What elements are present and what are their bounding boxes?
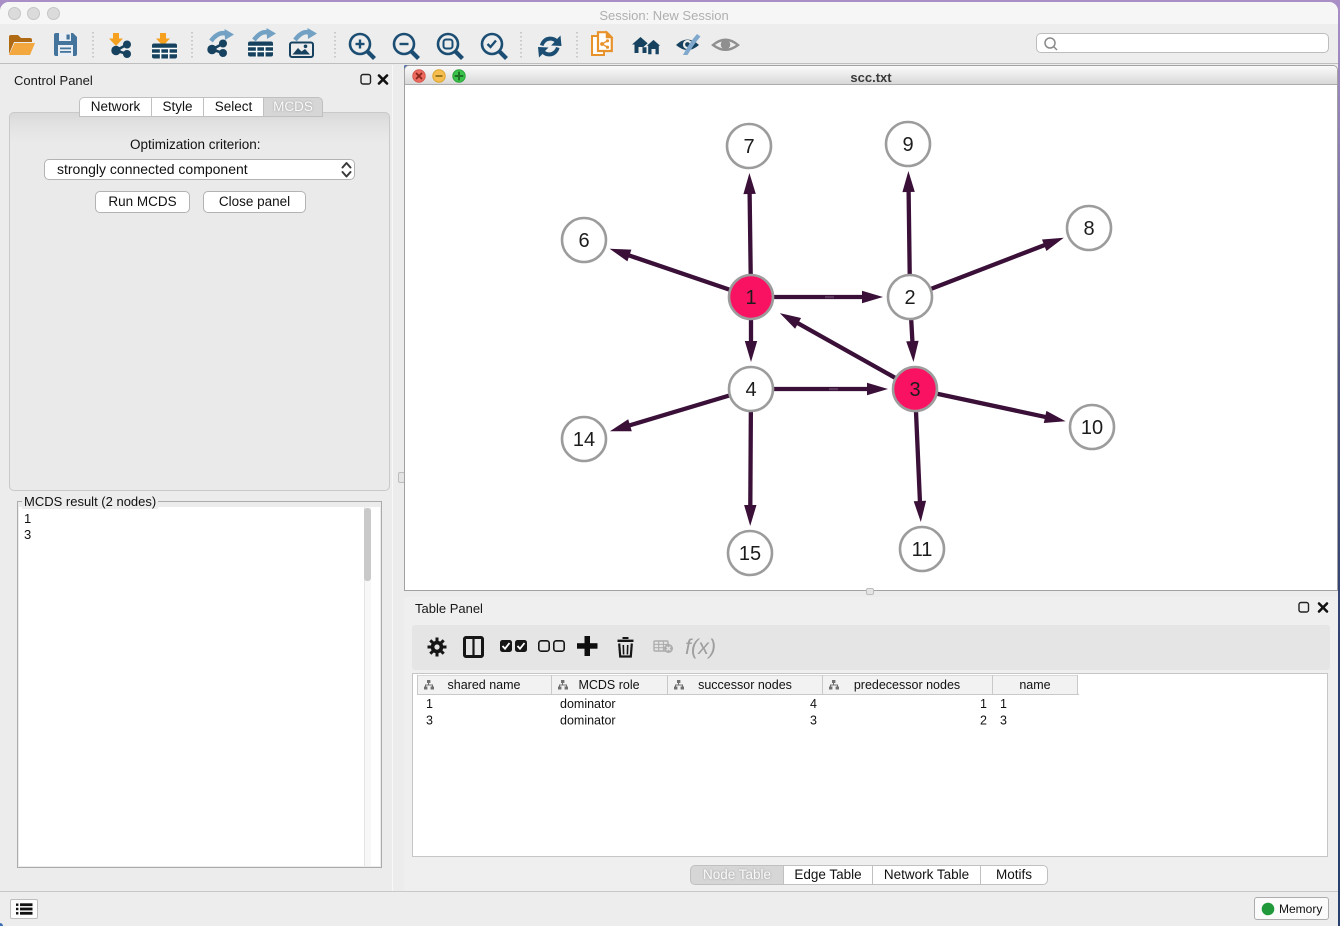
svg-text:9: 9 xyxy=(902,134,913,156)
svg-text:1: 1 xyxy=(980,697,987,711)
svg-text:3: 3 xyxy=(426,714,433,728)
svg-text:8: 8 xyxy=(1083,218,1094,240)
svg-text:f(x): f(x) xyxy=(685,635,716,659)
svg-text:3: 3 xyxy=(909,379,920,401)
svg-text:dominator: dominator xyxy=(560,714,616,728)
svg-text:4: 4 xyxy=(810,697,817,711)
svg-text:2: 2 xyxy=(904,287,915,309)
svg-text:successor nodes: successor nodes xyxy=(698,678,792,692)
svg-text:shared name: shared name xyxy=(448,678,521,692)
svg-text:3: 3 xyxy=(1000,714,1007,728)
svg-text:2: 2 xyxy=(980,714,987,728)
svg-text:10: 10 xyxy=(1081,417,1103,439)
svg-text:predecessor nodes: predecessor nodes xyxy=(854,678,960,692)
svg-text:11: 11 xyxy=(912,539,933,561)
svg-text:1: 1 xyxy=(426,697,433,711)
svg-text:1: 1 xyxy=(745,287,756,309)
svg-text:1: 1 xyxy=(1000,697,1007,711)
svg-text:7: 7 xyxy=(743,136,754,158)
svg-text:MCDS role: MCDS role xyxy=(578,678,639,692)
svg-text:4: 4 xyxy=(745,379,756,401)
svg-text:15: 15 xyxy=(739,543,761,565)
svg-text:3: 3 xyxy=(810,714,817,728)
svg-text:14: 14 xyxy=(573,429,595,451)
svg-text:6: 6 xyxy=(578,230,589,252)
svg-text:name: name xyxy=(1019,678,1050,692)
svg-text:dominator: dominator xyxy=(560,697,616,711)
